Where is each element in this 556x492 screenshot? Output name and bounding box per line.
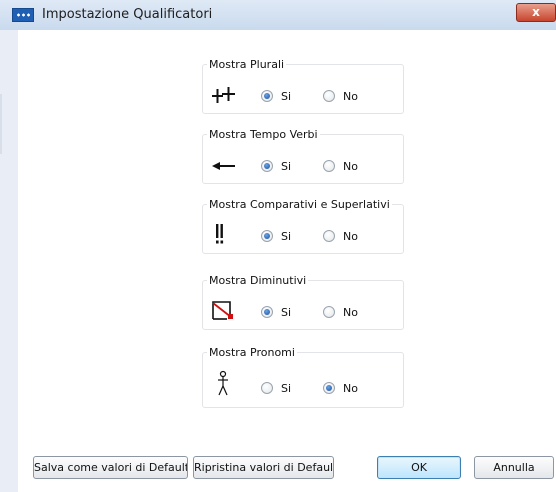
radio-button[interactable] xyxy=(261,90,273,102)
group-label-pronomi: Mostra Pronomi xyxy=(207,346,297,359)
radio-plurali-no[interactable]: No xyxy=(323,89,358,103)
radio-label: Si xyxy=(281,381,292,395)
radio-button[interactable] xyxy=(323,160,335,172)
radio-label: Si xyxy=(281,159,292,173)
radio-label: No xyxy=(343,305,358,319)
dialog-client-area: Mostra Plurali Si No Mostra Tempo Verbi xyxy=(18,30,556,492)
radio-diminutivi-no[interactable]: No xyxy=(323,305,358,319)
group-diminutivi: Mostra Diminutivi Si No xyxy=(202,274,404,330)
radio-plurali-si[interactable]: Si xyxy=(261,89,291,103)
radio-tempo-verbi-no[interactable]: No xyxy=(323,159,358,173)
left-edge-mark xyxy=(0,94,2,154)
past-tense-arrow-icon xyxy=(212,162,235,170)
restore-default-button[interactable]: Ripristina valori di Default xyxy=(193,456,334,479)
radio-label: No xyxy=(343,159,358,173)
diminutive-symbol-icon xyxy=(212,301,233,320)
radio-button[interactable] xyxy=(261,160,273,172)
plural-symbol-icon xyxy=(212,87,235,103)
radio-button[interactable] xyxy=(323,90,335,102)
radio-label: No xyxy=(343,89,358,103)
group-label-comparativi: Mostra Comparativi e Superlativi xyxy=(207,198,392,211)
radio-comparativi-si[interactable]: Si xyxy=(261,229,291,243)
group-label-diminutivi: Mostra Diminutivi xyxy=(207,274,309,287)
radio-label: Si xyxy=(281,305,292,319)
ok-button[interactable]: OK xyxy=(377,456,461,479)
close-button[interactable]: x xyxy=(516,3,556,22)
group-label-plurali: Mostra Plurali xyxy=(207,58,287,71)
radio-comparativi-no[interactable]: No xyxy=(323,229,358,243)
radio-pronomi-si[interactable]: Si xyxy=(261,381,291,395)
radio-button[interactable] xyxy=(323,382,335,394)
radio-pronomi-no[interactable]: No xyxy=(323,381,358,395)
pronoun-person-icon xyxy=(218,370,228,396)
group-pronomi: Mostra Pronomi Si No xyxy=(202,346,404,408)
radio-button[interactable] xyxy=(261,382,273,394)
group-plurali: Mostra Plurali Si No xyxy=(202,58,404,114)
left-edge xyxy=(0,30,18,492)
radio-button[interactable] xyxy=(261,230,273,242)
group-comparativi: Mostra Comparativi e Superlativi Si No xyxy=(202,198,404,254)
title-bar[interactable]: Impostazione Qualificatori x xyxy=(0,0,556,31)
radio-button[interactable] xyxy=(261,306,273,318)
radio-label: No xyxy=(343,229,358,243)
radio-label: No xyxy=(343,381,358,395)
comparative-exclamation-icon xyxy=(216,224,224,244)
radio-label: Si xyxy=(281,89,292,103)
radio-tempo-verbi-si[interactable]: Si xyxy=(261,159,291,173)
cancel-button[interactable]: Annulla xyxy=(474,456,554,479)
group-tempo-verbi: Mostra Tempo Verbi Si No xyxy=(202,128,404,184)
radio-button[interactable] xyxy=(323,230,335,242)
window-title: Impostazione Qualificatori xyxy=(42,7,213,22)
group-label-tempo-verbi: Mostra Tempo Verbi xyxy=(207,128,320,141)
radio-button[interactable] xyxy=(323,306,335,318)
app-icon xyxy=(12,8,34,22)
save-default-button[interactable]: Salva come valori di Default xyxy=(33,456,188,479)
radio-diminutivi-si[interactable]: Si xyxy=(261,305,291,319)
dialog-window: Impostazione Qualificatori x Mostra Plur… xyxy=(0,0,556,492)
radio-label: Si xyxy=(281,229,292,243)
